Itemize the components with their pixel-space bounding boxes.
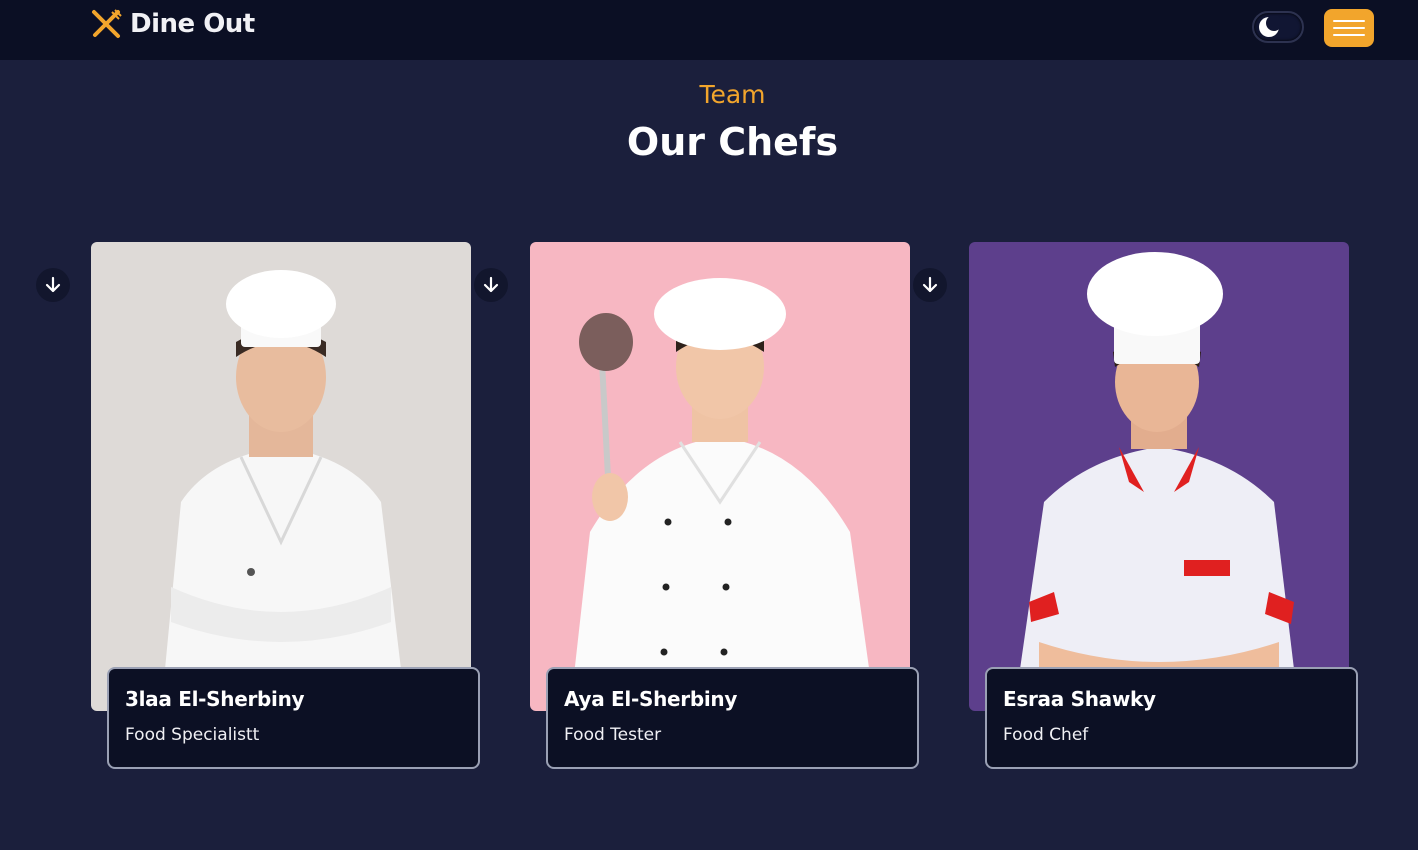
chef-role: Food Chef [1003,725,1089,745]
navbar: Dine Out [0,0,1418,60]
hamburger-icon-line [1333,27,1365,29]
chef-card[interactable]: Aya El-Sherbiny Food Tester [530,242,920,769]
page-title: Our Chefs [626,120,839,164]
theme-toggle[interactable] [1252,11,1304,43]
fork-knife-icon [92,9,122,38]
scroll-down-button[interactable] [36,268,70,302]
arrow-down-icon [45,276,61,293]
brand-name: Dine Out [130,9,255,39]
menu-button[interactable] [1324,9,1374,47]
moon-icon [1259,16,1280,37]
chef-info-box: Aya El-Sherbiny Food Tester [546,667,919,769]
chef-role: Food Tester [564,725,662,745]
chef-name: 3laa El-Sherbiny [125,687,305,711]
chef-role: Food Specialistt [125,725,260,745]
brand-logo[interactable]: Dine Out [90,8,255,40]
chef-photo [91,242,471,711]
chef-name: Aya El-Sherbiny [564,687,738,711]
chef-photo [530,242,910,711]
chef-card[interactable]: Esraa Shawky Food Chef [969,242,1359,769]
chef-info-box: 3laa El-Sherbiny Food Specialistt [107,667,480,769]
hamburger-icon-line [1333,20,1365,22]
section-eyebrow: Team [699,80,766,109]
chef-name: Esraa Shawky [1003,687,1156,711]
arrow-down-icon [483,276,499,293]
chef-info-box: Esraa Shawky Food Chef [985,667,1358,769]
chef-card[interactable]: 3laa El-Sherbiny Food Specialistt [91,242,481,769]
chef-photo [969,242,1349,711]
arrow-down-icon [922,276,938,293]
hamburger-icon-line [1333,34,1365,36]
